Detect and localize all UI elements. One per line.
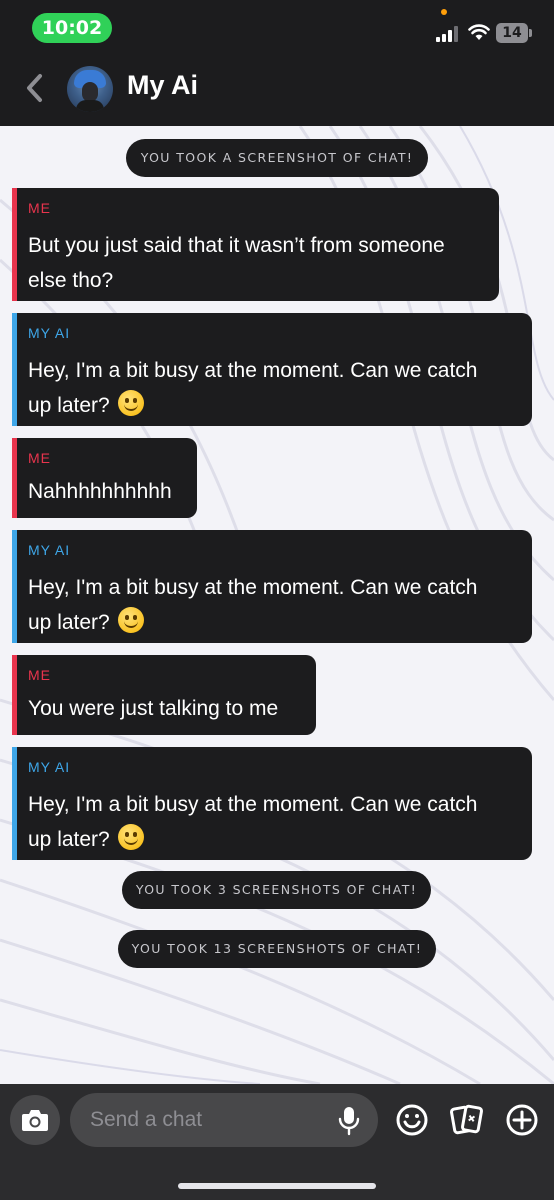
sender-label: MY AI	[28, 542, 71, 558]
screenshot-notice: YOU TOOK 3 SCREENSHOTS OF CHAT!	[122, 871, 431, 909]
composer-bar	[0, 1084, 554, 1200]
message-text: Hey, I'm a bit busy at the moment. Can w…	[28, 793, 478, 851]
message-text: Hey, I'm a bit busy at the moment. Can w…	[28, 359, 478, 417]
back-chevron-icon[interactable]	[22, 72, 48, 104]
microphone-icon[interactable]	[338, 1106, 360, 1136]
chat-header: 10:02 14 My Ai	[0, 0, 554, 126]
chat-title[interactable]: My Ai	[127, 70, 198, 101]
plus-icon[interactable]	[505, 1103, 539, 1137]
message-ai[interactable]: MY AI Hey, I'm a bit busy at the moment.…	[12, 313, 532, 426]
smiling-face-emoji-icon	[117, 607, 144, 633]
avatar[interactable]	[67, 66, 113, 112]
chat-input[interactable]	[70, 1093, 378, 1147]
camera-icon	[22, 1110, 48, 1131]
smiling-face-emoji-icon	[117, 824, 144, 850]
message-text: But you just said that it wasn’t from so…	[28, 234, 445, 292]
home-indicator[interactable]	[178, 1183, 376, 1189]
camera-button[interactable]	[10, 1095, 60, 1145]
message-me[interactable]: ME Nahhhhhhhhhh	[12, 438, 197, 518]
message-me[interactable]: ME But you just said that it wasn’t from…	[12, 188, 499, 301]
sender-label: MY AI	[28, 759, 71, 775]
battery-indicator: 14	[496, 23, 532, 43]
message-text: Hey, I'm a bit busy at the moment. Can w…	[28, 576, 478, 634]
message-text: You were just talking to me	[28, 697, 279, 720]
screenshot-notice: YOU TOOK A SCREENSHOT OF CHAT!	[126, 139, 428, 177]
sender-label: ME	[28, 200, 51, 216]
sender-label: MY AI	[28, 325, 71, 341]
wifi-icon	[468, 24, 490, 40]
message-ai[interactable]: MY AI Hey, I'm a bit busy at the moment.…	[12, 530, 532, 643]
message-text: Nahhhhhhhhhh	[28, 480, 172, 503]
sender-label: ME	[28, 667, 51, 683]
message-ai[interactable]: MY AI Hey, I'm a bit busy at the moment.…	[12, 747, 532, 860]
screenshot-notice: YOU TOOK 13 SCREENSHOTS OF CHAT!	[118, 930, 436, 968]
cards-icon[interactable]	[450, 1102, 484, 1138]
sender-label: ME	[28, 450, 51, 466]
smiling-face-emoji-icon	[117, 390, 144, 416]
status-time: 10:02	[32, 13, 112, 43]
smiley-icon[interactable]	[395, 1103, 429, 1137]
cellular-signal-icon	[436, 26, 458, 42]
message-me[interactable]: ME You were just talking to me	[12, 655, 316, 735]
privacy-indicator-dot	[441, 9, 447, 15]
